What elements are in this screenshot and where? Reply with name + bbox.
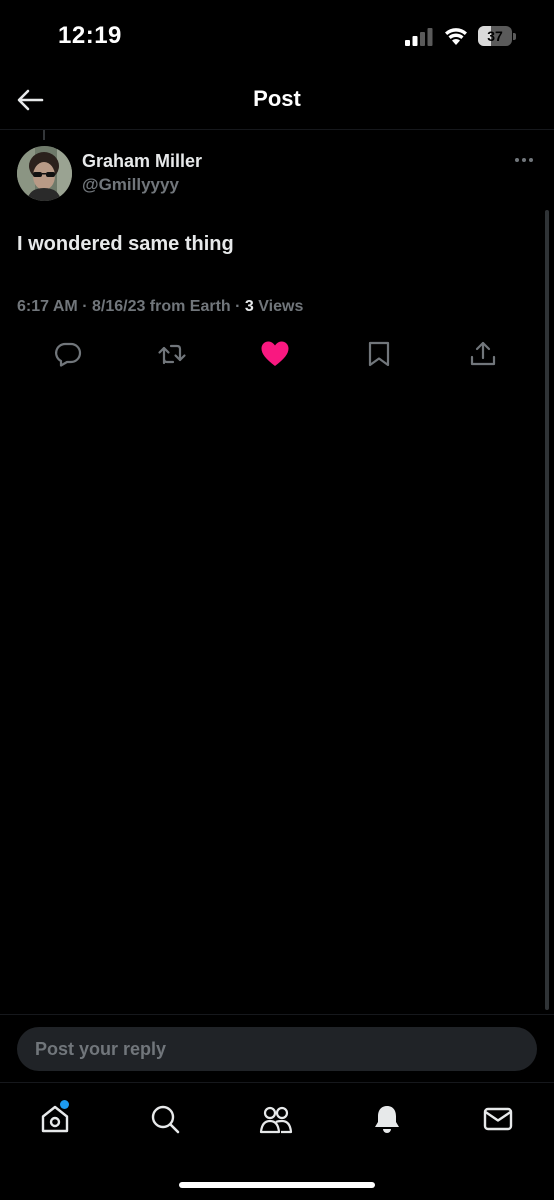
search-icon bbox=[151, 1105, 180, 1134]
bottom-nav bbox=[0, 1082, 554, 1200]
post-actions bbox=[0, 336, 554, 372]
views-count[interactable]: 3 bbox=[245, 298, 254, 315]
bookmark-button[interactable] bbox=[361, 336, 397, 372]
reply-button[interactable] bbox=[50, 336, 86, 372]
post-text: I wondered same thing bbox=[17, 233, 234, 255]
like-button[interactable] bbox=[257, 336, 293, 372]
comment-icon bbox=[55, 342, 82, 367]
reply-bar bbox=[0, 1014, 554, 1082]
page-title: Post bbox=[253, 86, 301, 111]
post-meta: 6:17 AM · 8/16/23 from Earth · 3 Views bbox=[17, 298, 303, 316]
nav-search[interactable] bbox=[143, 1099, 187, 1139]
repost-button[interactable] bbox=[154, 336, 190, 372]
share-icon bbox=[470, 341, 496, 366]
header: Post bbox=[0, 72, 554, 130]
battery-level: 37 bbox=[487, 28, 503, 44]
screen: 12:19 37 Post Graham Miller @Gmillyyyy I… bbox=[0, 0, 554, 1200]
bookmark-icon bbox=[368, 341, 390, 367]
author-handle[interactable]: @Gmillyyyy bbox=[82, 175, 179, 195]
avatar[interactable] bbox=[17, 146, 72, 201]
status-time: 12:19 bbox=[58, 22, 122, 49]
more-options-icon[interactable] bbox=[510, 150, 538, 170]
cellular-signal-icon bbox=[405, 28, 433, 46]
messages-icon bbox=[483, 1107, 513, 1131]
nav-home[interactable] bbox=[33, 1099, 77, 1139]
share-button[interactable] bbox=[465, 336, 501, 372]
thread-connector bbox=[43, 130, 45, 140]
home-indicator[interactable] bbox=[179, 1182, 375, 1188]
avatar-image bbox=[17, 146, 72, 201]
author-name[interactable]: Graham Miller bbox=[82, 151, 202, 172]
wifi-icon bbox=[445, 28, 467, 45]
battery-icon: 37 bbox=[478, 26, 516, 46]
communities-icon bbox=[259, 1106, 293, 1134]
nav-messages[interactable] bbox=[476, 1099, 520, 1139]
views-label: Views bbox=[253, 298, 304, 315]
status-bar: 12:19 37 bbox=[0, 0, 554, 72]
post-timestamp: 6:17 AM · 8/16/23 from Earth · bbox=[17, 298, 245, 315]
notifications-icon bbox=[375, 1106, 399, 1133]
nav-communities[interactable] bbox=[254, 1099, 298, 1139]
scrollbar[interactable] bbox=[545, 210, 549, 1010]
heart-icon bbox=[261, 341, 289, 366]
nav-notifications[interactable] bbox=[365, 1099, 409, 1139]
notification-dot bbox=[60, 1100, 69, 1109]
repost-icon bbox=[158, 344, 186, 365]
reply-input[interactable] bbox=[17, 1027, 537, 1071]
